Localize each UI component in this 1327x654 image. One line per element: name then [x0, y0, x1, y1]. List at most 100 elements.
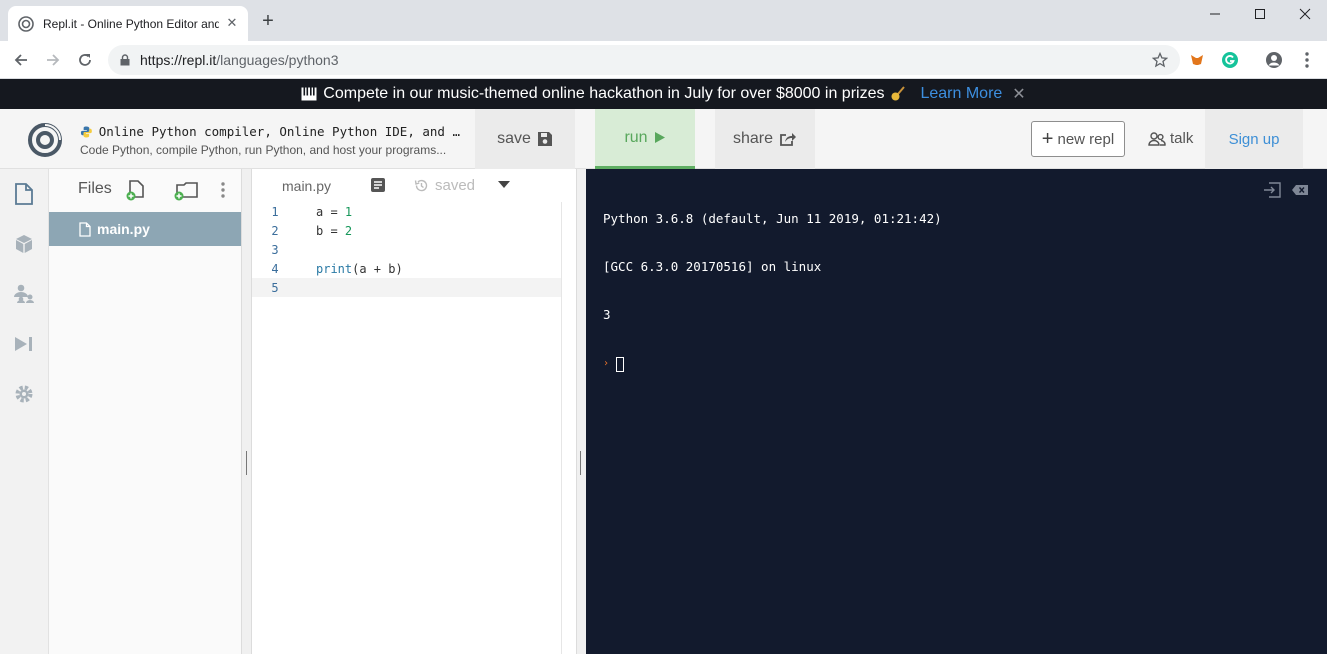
- line-number: 3: [271, 242, 279, 257]
- banner-text: Compete in our music-themed online hacka…: [323, 85, 885, 102]
- editor-dropdown-caret-icon[interactable]: [498, 181, 510, 188]
- sign-up-button[interactable]: Sign up: [1205, 109, 1303, 169]
- replit-favicon-icon: [18, 15, 34, 32]
- floppy-disk-icon: [537, 132, 552, 146]
- guitar-icon: [891, 86, 906, 101]
- code-area[interactable]: 1 a = 1 2 b = 2 3 4 print(a + b) 5: [252, 202, 561, 297]
- people-icon: [1148, 131, 1166, 146]
- editor-tab-main-py[interactable]: main.py: [282, 178, 331, 194]
- new-repl-label: new repl: [1057, 130, 1115, 148]
- save-label: save: [497, 130, 531, 147]
- repl-title[interactable]: Online Python compiler, Online Python ID…: [80, 124, 460, 139]
- run-label: run: [624, 128, 648, 146]
- share-label: share: [732, 130, 774, 147]
- code-line-active: 5: [252, 278, 561, 297]
- line-number: 1: [271, 204, 279, 219]
- repl-header: Online Python compiler, Online Python ID…: [0, 109, 1327, 169]
- code-text: print(a + b): [316, 261, 403, 276]
- history-icon: [414, 179, 428, 192]
- minimize-icon[interactable]: [1192, 0, 1238, 28]
- console-focus-icon[interactable]: [1263, 182, 1282, 198]
- talk-label: talk: [1170, 130, 1194, 147]
- address-bar[interactable]: https://repl.it/languages/python3: [108, 45, 1180, 75]
- new-tab-button[interactable]: +: [258, 11, 278, 32]
- share-icon: [780, 133, 797, 146]
- url-host: https://repl.it: [140, 52, 217, 68]
- files-heading: Files: [78, 180, 112, 197]
- browser-tab[interactable]: Repl.it - Online Python Editor and ✕: [8, 6, 248, 41]
- add-folder-icon[interactable]: [173, 179, 199, 201]
- debugger-step-icon[interactable]: [12, 332, 36, 356]
- code-line: 3: [252, 240, 561, 259]
- forward-arrow-icon[interactable]: [42, 49, 64, 71]
- browser-toolbar: https://repl.it/languages/python3: [0, 41, 1327, 79]
- reload-icon[interactable]: [74, 49, 96, 71]
- browser-menu-icon[interactable]: [1297, 50, 1317, 70]
- clear-console-icon[interactable]: [1291, 184, 1309, 196]
- code-line: 4 print(a + b): [252, 259, 561, 278]
- line-number: 4: [271, 261, 279, 276]
- packages-cube-icon[interactable]: [12, 232, 36, 256]
- console-panel[interactable]: Python 3.6.8 (default, Jun 11 2019, 01:2…: [586, 169, 1327, 654]
- tab-close-icon[interactable]: ✕: [224, 15, 240, 31]
- settings-gear-icon[interactable]: [12, 382, 36, 406]
- hackathon-banner: Compete in our music-themed online hacka…: [0, 79, 1327, 109]
- maximize-icon[interactable]: [1237, 0, 1283, 28]
- files-editor-resize-handle[interactable]: [241, 169, 252, 654]
- save-button[interactable]: save: [475, 109, 575, 169]
- console-cursor: [616, 356, 625, 372]
- files-menu-kebab-icon[interactable]: [219, 179, 227, 201]
- banner-close-icon[interactable]: ✕: [1012, 84, 1025, 104]
- editor-header: main.py saved: [252, 169, 576, 202]
- bookmark-star-icon[interactable]: [1152, 52, 1168, 68]
- file-item-main-py[interactable]: main.py: [49, 212, 241, 246]
- python-icon: [80, 126, 92, 137]
- prompt-chevron-icon: ›: [603, 358, 610, 369]
- console-line: Python 3.6.8 (default, Jun 11 2019, 01:2…: [603, 211, 942, 226]
- run-button[interactable]: run: [595, 109, 695, 169]
- file-icon: [79, 221, 91, 237]
- sidebar-rail: [0, 169, 49, 654]
- files-panel: Files main.py: [49, 169, 241, 654]
- console-output: Python 3.6.8 (default, Jun 11 2019, 01:2…: [603, 179, 942, 405]
- code-line: 2 b = 2: [252, 221, 561, 240]
- add-file-icon[interactable]: [125, 179, 147, 201]
- saved-label: saved: [435, 177, 476, 194]
- grammarly-extension-icon[interactable]: [1220, 50, 1240, 70]
- url-path: /languages/python3: [216, 52, 339, 68]
- play-icon: [654, 132, 665, 143]
- talk-link[interactable]: talk: [1148, 130, 1193, 147]
- piano-icon: [301, 87, 317, 101]
- window-close-icon[interactable]: [1282, 0, 1327, 28]
- editor-scrollbar[interactable]: [561, 202, 562, 654]
- code-editor: main.py saved 1 a = 1 2 b = 2 3 4 print(…: [252, 169, 576, 654]
- share-button[interactable]: share: [715, 109, 815, 169]
- format-document-icon[interactable]: [370, 177, 386, 193]
- browser-tab-bar: Repl.it - Online Python Editor and ✕ +: [0, 0, 1327, 41]
- back-arrow-icon[interactable]: [10, 49, 32, 71]
- code-text: b = 2: [316, 223, 353, 238]
- learn-more-link[interactable]: Learn More: [920, 85, 1002, 103]
- metamask-extension-icon[interactable]: [1187, 50, 1207, 70]
- console-prompt-line[interactable]: ›: [603, 355, 942, 373]
- plus-icon: +: [1041, 127, 1054, 150]
- code-text: a = 1: [316, 204, 353, 219]
- repl-title-text: Online Python compiler, Online Python ID…: [98, 124, 460, 139]
- multiplayer-icon[interactable]: [12, 282, 36, 306]
- files-header: Files: [49, 169, 241, 209]
- line-number: 2: [271, 223, 279, 238]
- file-name: main.py: [97, 221, 150, 237]
- replit-logo-icon[interactable]: [27, 122, 63, 158]
- tab-title: Repl.it - Online Python Editor and: [43, 16, 219, 31]
- files-icon[interactable]: [12, 182, 36, 206]
- new-repl-button[interactable]: + new repl: [1031, 121, 1125, 157]
- code-line: 1 a = 1: [252, 202, 561, 221]
- editor-console-resize-handle[interactable]: [576, 169, 586, 654]
- console-line: [GCC 6.3.0 20170516] on linux: [603, 259, 822, 274]
- console-line: 3: [603, 307, 611, 322]
- lock-icon: [120, 54, 130, 66]
- profile-avatar-icon[interactable]: [1264, 50, 1284, 70]
- line-number: 5: [271, 280, 279, 295]
- repl-description: Code Python, compile Python, run Python,…: [80, 143, 447, 157]
- saved-status: saved: [414, 177, 475, 194]
